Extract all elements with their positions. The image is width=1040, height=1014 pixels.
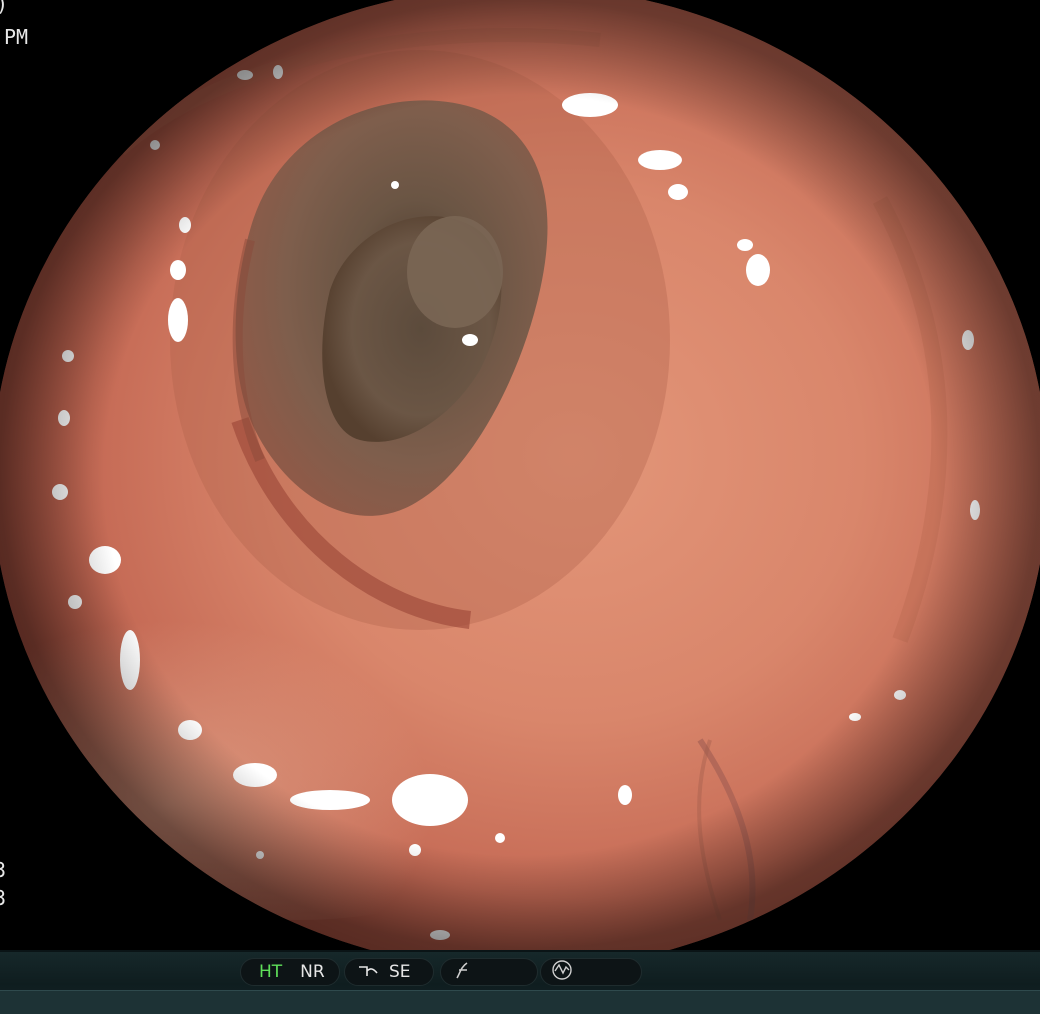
waveform-icon [551, 959, 573, 986]
ht-indicator: HT [259, 962, 283, 982]
endoscopy-view: PM ) 3 3 HT NR SE [0, 0, 1040, 1014]
clipped-overlay-text: 3 [0, 858, 7, 882]
gamma-indicator-group [440, 958, 538, 986]
clipped-overlay-text: ) [0, 0, 8, 14]
status-bar-lower-strip [0, 990, 1040, 1014]
se-indicator-group: SE [344, 958, 434, 986]
clipped-overlay-text: 3 [0, 886, 7, 910]
se-indicator: SE [389, 962, 411, 982]
gamma-icon [453, 961, 473, 984]
colonoscopy-image [0, 0, 1040, 950]
time-suffix-label: PM [4, 25, 29, 49]
structure-enhancement-icon [357, 962, 379, 983]
ht-nr-indicator-group: HT NR [240, 958, 340, 986]
nr-indicator: NR [300, 962, 325, 982]
waveform-indicator-group [540, 958, 642, 986]
